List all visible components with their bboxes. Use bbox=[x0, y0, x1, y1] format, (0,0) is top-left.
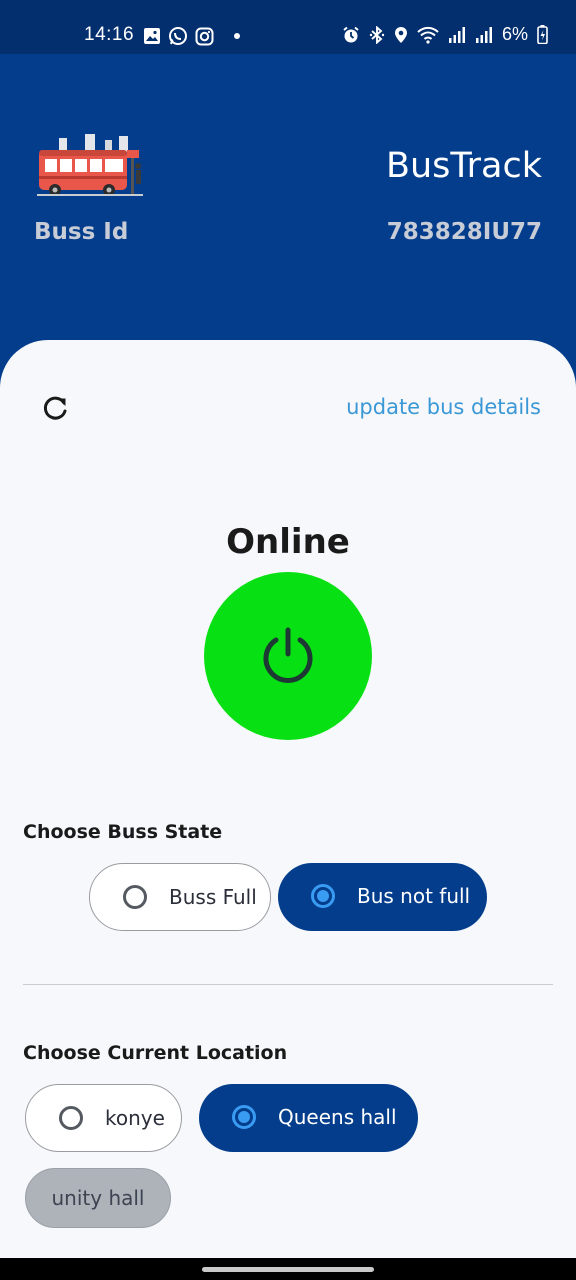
bus-id-label: Buss Id bbox=[34, 219, 129, 245]
system-nav-bar bbox=[0, 1258, 576, 1280]
bus-state-option-full[interactable]: Buss Full bbox=[89, 863, 271, 931]
divider bbox=[23, 984, 553, 985]
refresh-button[interactable] bbox=[40, 392, 72, 424]
notification-dot bbox=[234, 33, 240, 39]
home-gesture-handle[interactable] bbox=[202, 1267, 374, 1272]
app-title: BusTrack bbox=[385, 146, 542, 186]
chip-label: Queens hall bbox=[278, 1105, 397, 1129]
chip-label: konye bbox=[105, 1106, 165, 1130]
battery-percent: 6% bbox=[501, 24, 528, 44]
bus-state-option-not-full[interactable]: Bus not full bbox=[278, 863, 487, 931]
update-bus-details-link[interactable]: update bus details bbox=[346, 395, 541, 419]
whatsapp-icon bbox=[168, 26, 188, 46]
power-icon bbox=[263, 627, 313, 683]
signal-icon bbox=[475, 26, 493, 44]
status-left-icons bbox=[143, 26, 240, 46]
radio-checked bbox=[311, 884, 335, 908]
location-option-konye[interactable]: konye bbox=[25, 1084, 182, 1152]
location-option-unity-hall[interactable]: unity hall bbox=[25, 1168, 171, 1228]
instagram-icon bbox=[195, 27, 214, 46]
online-status-label: Online bbox=[226, 522, 350, 562]
chip-label: Buss Full bbox=[169, 885, 257, 909]
bus-id-value: 783828IU77 bbox=[386, 219, 542, 245]
location-option-queens-hall[interactable]: Queens hall bbox=[199, 1084, 418, 1152]
gallery-icon bbox=[143, 27, 161, 45]
chip-label: unity hall bbox=[51, 1186, 145, 1210]
battery-icon bbox=[537, 25, 548, 44]
radio-unchecked bbox=[59, 1106, 83, 1130]
bus-state-title: Choose Buss State bbox=[23, 821, 223, 843]
bus-logo bbox=[37, 134, 143, 198]
wifi-icon bbox=[417, 26, 439, 44]
location-icon bbox=[394, 26, 408, 44]
app-header: Buss Id BusTrack 783828IU77 bbox=[0, 54, 576, 354]
radio-checked bbox=[232, 1105, 256, 1129]
status-bar: 14:16 6% bbox=[0, 0, 576, 54]
refresh-icon bbox=[43, 396, 67, 420]
signal-icon bbox=[448, 26, 466, 44]
chip-label: Bus not full bbox=[357, 884, 471, 908]
power-toggle-button[interactable] bbox=[204, 572, 372, 740]
bluetooth-icon bbox=[369, 25, 385, 44]
radio-unchecked bbox=[123, 885, 147, 909]
status-time: 14:16 bbox=[84, 24, 135, 45]
main-panel: update bus details Online Choose Buss St… bbox=[0, 340, 576, 1260]
location-title: Choose Current Location bbox=[23, 1042, 288, 1064]
alarm-icon bbox=[342, 26, 360, 44]
status-right-icons: 6% bbox=[342, 24, 548, 45]
